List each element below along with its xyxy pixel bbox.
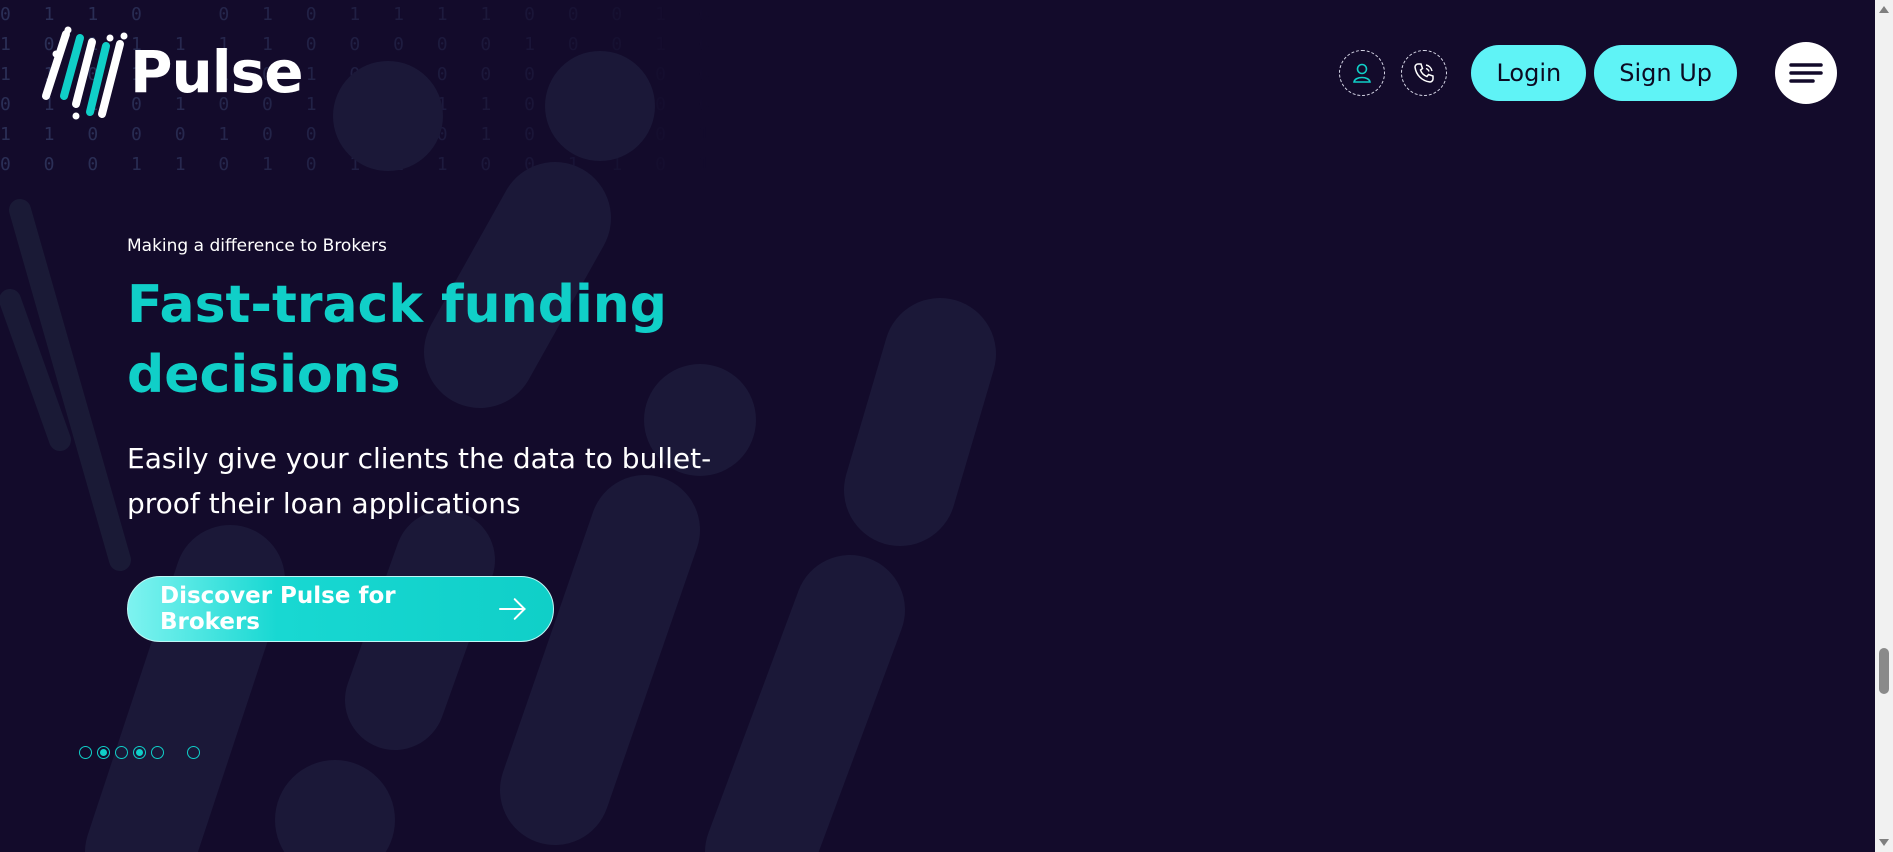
hamburger-menu-icon	[1789, 63, 1823, 83]
scrollbar-thumb[interactable]	[1879, 648, 1889, 694]
carousel-dots	[79, 746, 205, 759]
user-icon	[1353, 63, 1372, 83]
discover-brokers-button[interactable]: Discover Pulse for Brokers	[127, 576, 554, 642]
phone-button[interactable]	[1401, 50, 1448, 96]
carousel-dot[interactable]	[133, 746, 146, 759]
page: 0 1 1 0 0 1 0 1 1 1 1 0 0 0 1 0 1 0 0 0 …	[0, 0, 1893, 852]
brand-name: Pulse	[130, 38, 304, 106]
login-button[interactable]: Login	[1471, 45, 1587, 101]
hero-eyebrow: Making a difference to Brokers	[127, 236, 387, 256]
scroll-up-icon[interactable]	[1879, 6, 1889, 13]
scroll-down-icon[interactable]	[1879, 839, 1889, 846]
carousel-dot[interactable]	[115, 746, 128, 759]
brand-logo[interactable]: Pulse	[40, 24, 304, 120]
page-scrollbar[interactable]	[1875, 0, 1893, 852]
arrow-right-icon	[498, 598, 526, 620]
hero-section: Making a difference to Brokers Fast-trac…	[127, 236, 767, 526]
carousel-dot[interactable]	[151, 746, 164, 759]
account-button[interactable]	[1339, 50, 1386, 96]
menu-button[interactable]	[1775, 42, 1837, 104]
carousel-dot[interactable]	[187, 746, 200, 759]
header-actions: Login Sign Up	[1339, 42, 1837, 104]
signup-button[interactable]: Sign Up	[1594, 45, 1737, 101]
hero-subline: Easily give your clients the data to bul…	[127, 442, 712, 520]
carousel-dot[interactable]	[97, 746, 110, 759]
pulse-logo-icon	[42, 26, 128, 120]
hero-headline: Fast-track funding decisions	[127, 275, 668, 405]
carousel-dot[interactable]	[79, 746, 92, 759]
phone-icon	[1414, 63, 1435, 83]
cta-label: Discover Pulse for Brokers	[160, 583, 396, 635]
